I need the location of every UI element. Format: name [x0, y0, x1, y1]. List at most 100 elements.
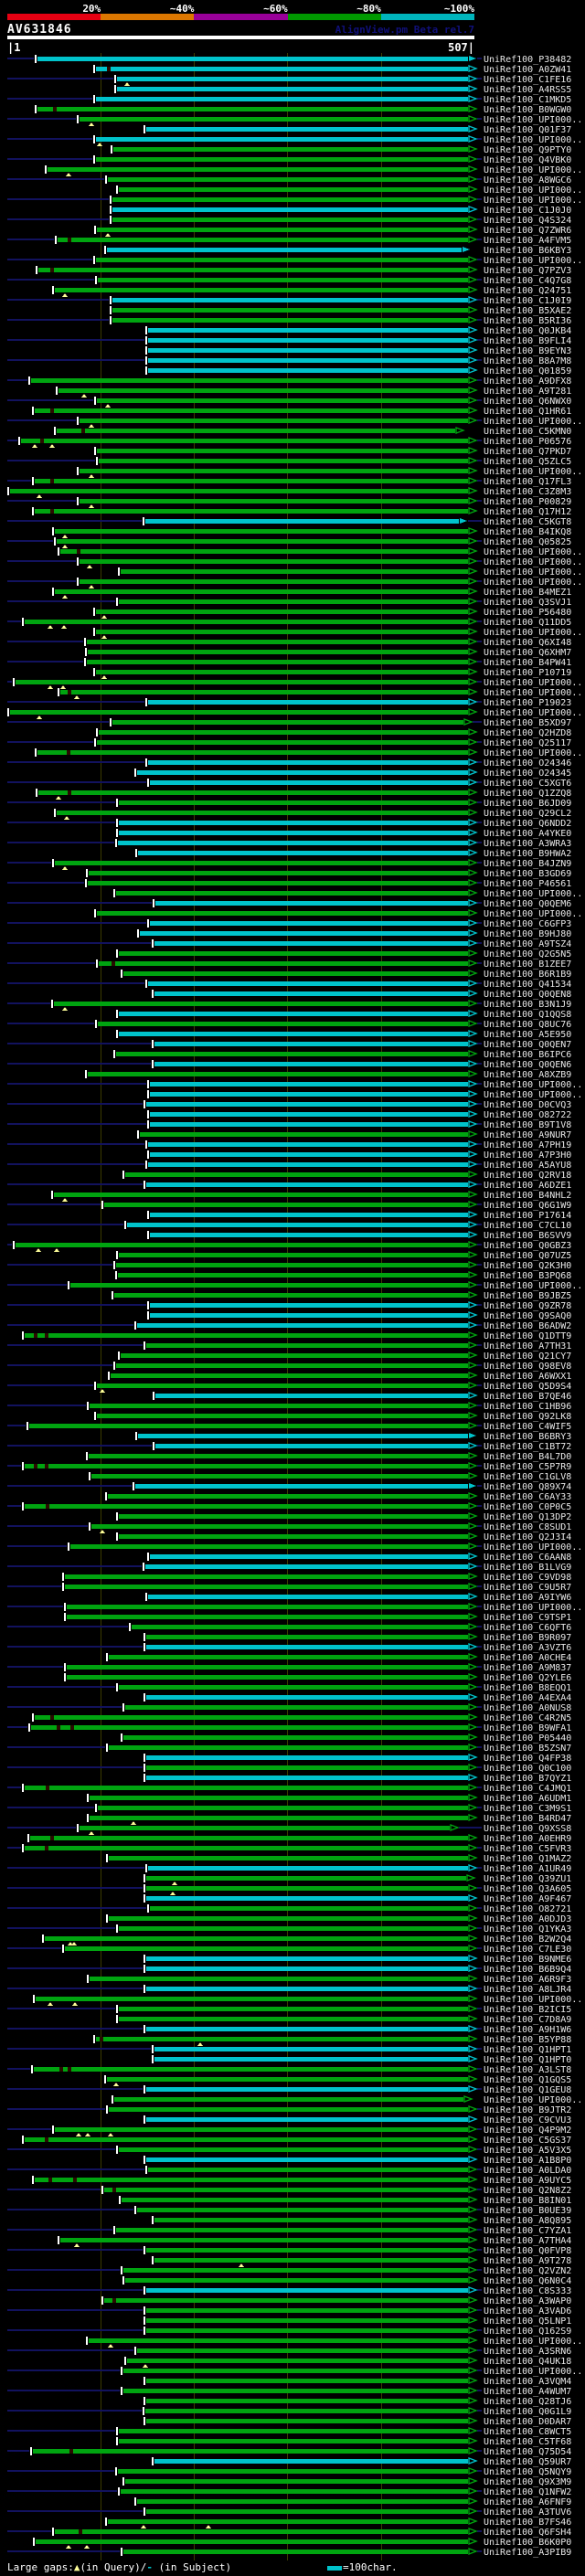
hit-label[interactable]: UniRef100_A8XZB9	[484, 1070, 571, 1080]
alignment-bar[interactable]	[119, 821, 468, 825]
alignment-bar[interactable]	[31, 378, 468, 383]
hit-label[interactable]: UniRef100_A3PIB9	[484, 2548, 571, 2558]
alignment-bar[interactable]	[148, 328, 468, 333]
hit-label[interactable]: UniRef100_C5P7R9	[484, 1462, 571, 1472]
hit-label[interactable]: UniRef100_Q41534	[484, 980, 571, 990]
alignment-bar[interactable]	[119, 951, 468, 956]
hit-label[interactable]: UniRef100_B9JBZ5	[484, 1291, 571, 1301]
hit-label[interactable]: UniRef100_B9R097	[484, 1633, 571, 1643]
alignment-bar[interactable]	[37, 750, 468, 755]
alignment-bar[interactable]	[146, 2117, 468, 2122]
alignment-bar[interactable]	[25, 620, 468, 624]
alignment-bar[interactable]	[25, 1846, 468, 1850]
hit-label[interactable]: UniRef100_Q0G1L9	[484, 2407, 571, 2417]
alignment-bar[interactable]	[97, 398, 468, 403]
alignment-bar[interactable]	[122, 2198, 468, 2202]
hit-label[interactable]: UniRef100_C4JMQ1	[484, 1784, 571, 1794]
hit-label[interactable]: UniRef100_B7QYZ1	[484, 1774, 571, 1784]
alignment-bar[interactable]	[146, 1886, 468, 1891]
hit-label[interactable]: UniRef100_Q1HR61	[484, 407, 571, 417]
hit-label[interactable]: UniRef100_C6GFP3	[484, 919, 571, 929]
alignment-bar[interactable]	[119, 2439, 468, 2443]
hit-label[interactable]: UniRef100_B9EYN3	[484, 346, 571, 356]
alignment-bar[interactable]	[145, 2409, 468, 2413]
alignment-bar[interactable]	[108, 2519, 468, 2524]
alignment-bar[interactable]	[154, 1062, 468, 1066]
hit-label[interactable]: UniRef100_Q9ZR78	[484, 1301, 571, 1311]
hit-label[interactable]: UniRef100_UPI000..	[484, 547, 582, 557]
hit-label[interactable]: UniRef100_UPI000..	[484, 467, 582, 477]
hit-label[interactable]: UniRef100_A4EXA4	[484, 1693, 571, 1703]
alignment-bar[interactable]	[148, 2168, 468, 2172]
hit-label[interactable]: UniRef100_Q2N8Z2	[484, 2186, 571, 2196]
alignment-bar[interactable]	[127, 1223, 468, 1227]
alignment-bar[interactable]	[67, 1605, 468, 1609]
alignment-bar[interactable]	[90, 1404, 468, 1408]
alignment-bar[interactable]	[91, 1474, 468, 1479]
hit-label[interactable]: UniRef100_A8WGC6	[484, 175, 571, 186]
alignment-bar[interactable]	[146, 2379, 468, 2383]
hit-label[interactable]: UniRef100_B4NHL2	[484, 1191, 571, 1201]
hit-label[interactable]: UniRef100_C9TSP1	[484, 1613, 571, 1623]
alignment-bar[interactable]	[112, 298, 468, 302]
alignment-bar[interactable]	[80, 1826, 450, 1830]
hit-label[interactable]: UniRef100_UPI000..	[484, 1090, 582, 1100]
hit-label[interactable]: UniRef100_UPI000..	[484, 2367, 582, 2377]
alignment-bar[interactable]	[30, 1836, 468, 1840]
alignment-bar[interactable]	[57, 539, 468, 544]
hit-label[interactable]: UniRef100_Q3A605	[484, 1884, 571, 1894]
alignment-bar[interactable]	[150, 1092, 468, 1097]
hit-label[interactable]: UniRef100_B8IN01	[484, 2196, 571, 2206]
hit-label[interactable]: UniRef100_B4L7D0	[484, 1452, 571, 1462]
alignment-bar[interactable]	[87, 660, 468, 664]
alignment-bar[interactable]	[148, 700, 468, 705]
hit-label[interactable]: UniRef100_P00829	[484, 497, 571, 507]
hit-label[interactable]: UniRef100_C5FVR3	[484, 1844, 571, 1854]
alignment-bar[interactable]	[80, 117, 468, 122]
alignment-bar[interactable]	[125, 1705, 468, 1710]
alignment-bar[interactable]	[146, 2509, 468, 2514]
alignment-bar[interactable]	[117, 77, 468, 81]
alignment-bar[interactable]	[146, 2288, 468, 2293]
alignment-bar[interactable]	[67, 1675, 468, 1680]
hit-label[interactable]: UniRef100_B6BRY3	[484, 1432, 571, 1442]
hit-label[interactable]: UniRef100_Q05825	[484, 537, 571, 547]
hit-label[interactable]: UniRef100_A9DFX8	[484, 376, 571, 387]
hit-label[interactable]: UniRef100_C9U5R7	[484, 1583, 571, 1593]
alignment-bar[interactable]	[146, 1776, 468, 1780]
hit-label[interactable]: UniRef100_Q4S324	[484, 216, 571, 226]
alignment-bar[interactable]	[146, 127, 468, 132]
hit-label[interactable]: UniRef100_B8EQQ1	[484, 1683, 571, 1693]
alignment-bar[interactable]	[55, 2127, 468, 2132]
hit-label[interactable]: UniRef100_C1FE16	[484, 75, 571, 85]
alignment-bar[interactable]	[36, 2539, 468, 2544]
hit-label[interactable]: UniRef100_B3PQ68	[484, 1271, 571, 1281]
hit-label[interactable]: UniRef100_Q2G5N5	[484, 949, 571, 959]
alignment-bar[interactable]	[116, 1263, 468, 1267]
alignment-bar[interactable]	[89, 871, 468, 875]
alignment-bar[interactable]	[114, 2097, 463, 2102]
alignment-bar[interactable]	[112, 308, 468, 313]
alignment-bar[interactable]	[119, 599, 468, 604]
alignment-bar[interactable]	[98, 1806, 468, 1810]
alignment-bar[interactable]	[10, 489, 468, 493]
alignment-bar[interactable]	[99, 730, 468, 735]
alignment-bar[interactable]	[146, 1695, 468, 1700]
alignment-bar[interactable]	[123, 2549, 468, 2554]
alignment-bar[interactable]	[109, 1856, 468, 1860]
alignment-bar[interactable]	[135, 1484, 468, 1489]
hit-label[interactable]: UniRef100_B4RD47	[484, 1814, 571, 1824]
alignment-bar[interactable]	[104, 2188, 468, 2192]
alignment-bar[interactable]	[25, 1464, 468, 1468]
alignment-bar[interactable]	[145, 1564, 468, 1569]
hit-label[interactable]: UniRef100_C5XGT6	[484, 779, 571, 789]
alignment-bar[interactable]	[140, 931, 468, 936]
alignment-bar[interactable]	[154, 941, 468, 946]
hit-label[interactable]: UniRef100_P46561	[484, 879, 571, 889]
hit-label[interactable]: UniRef100_B5ZSN7	[484, 1744, 571, 1754]
hit-label[interactable]: UniRef100_B4PW41	[484, 658, 571, 668]
alignment-bar[interactable]	[150, 1906, 468, 1911]
alignment-bar[interactable]	[127, 2359, 468, 2363]
alignment-bar[interactable]	[16, 1243, 468, 1247]
hit-label[interactable]: UniRef100_A9T281	[484, 387, 571, 397]
